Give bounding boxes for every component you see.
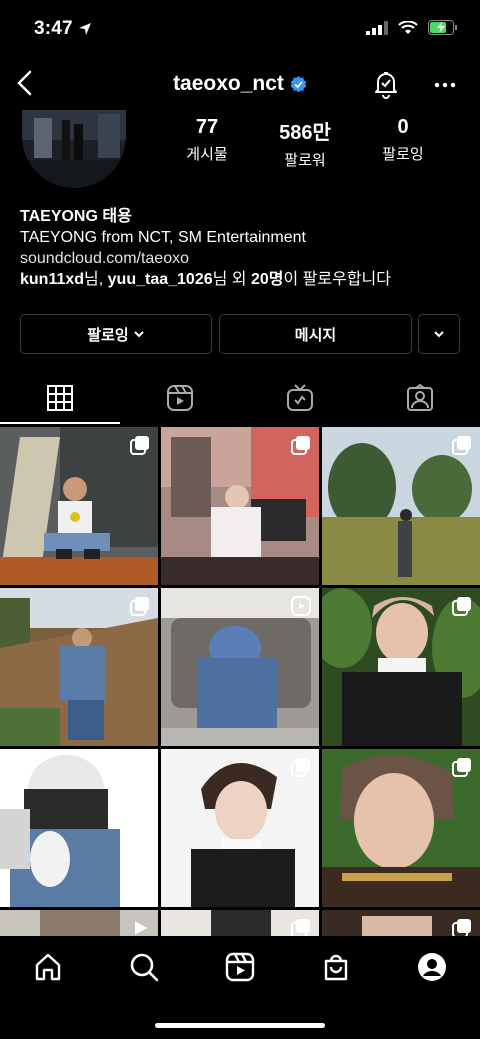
tagged-user-icon: [407, 384, 433, 411]
stat-posts[interactable]: 77 게시물: [170, 116, 244, 164]
status-indicators: [366, 20, 458, 35]
post-tile-3[interactable]: [322, 427, 480, 585]
carousel-icon: [291, 758, 310, 777]
carousel-icon: [291, 919, 310, 936]
battery-charging-icon: [428, 20, 457, 35]
reels-icon: [225, 952, 255, 982]
post-tile-11[interactable]: [161, 910, 319, 936]
nav-search[interactable]: [96, 945, 192, 989]
grid-icon: [47, 385, 73, 411]
post-tile-9[interactable]: [322, 749, 480, 907]
stat-followers[interactable]: 586만 팔로워: [268, 116, 342, 170]
wifi-icon: [398, 20, 418, 34]
post-tile-5[interactable]: [161, 588, 319, 746]
tab-igtv[interactable]: [240, 380, 360, 416]
search-icon: [130, 953, 159, 982]
posts-label: 게시물: [186, 146, 228, 163]
tab-grid[interactable]: [0, 380, 120, 416]
tab-tagged[interactable]: [360, 380, 480, 416]
post-tile-1[interactable]: [0, 427, 158, 585]
followed-by-user-2: yuu_taa_1026: [107, 271, 213, 288]
home-icon: [35, 953, 61, 981]
chevron-down-icon: [434, 331, 444, 338]
active-tab-indicator: [0, 422, 120, 424]
bio-text: TAEYONG from NCT, SM Entertainment: [20, 229, 306, 246]
cellular-signal-icon: [366, 20, 388, 35]
nav-shop[interactable]: [288, 945, 384, 989]
carousel-icon: [130, 436, 149, 455]
verified-badge-icon: [290, 75, 307, 92]
profile-avatar[interactable]: [22, 110, 126, 188]
nav-reels[interactable]: [192, 945, 288, 989]
message-button[interactable]: 메시지: [219, 314, 412, 354]
suggested-accounts-button[interactable]: [418, 314, 460, 354]
nav-profile[interactable]: [384, 945, 480, 989]
following-count: 0: [397, 116, 409, 138]
bio-link[interactable]: soundcloud.com/taeoxo: [20, 248, 391, 269]
followed-by-count: 20명: [250, 271, 284, 288]
post-tile-12[interactable]: [322, 910, 480, 936]
followers-label: 팔로워: [284, 152, 326, 169]
following-button[interactable]: 팔로잉: [20, 314, 212, 354]
nav-home[interactable]: [0, 945, 96, 989]
post-tile-8[interactable]: [161, 749, 319, 907]
carousel-icon: [452, 758, 471, 777]
followed-by-user-1: kun11xd: [20, 271, 85, 288]
post-tile-10[interactable]: [0, 910, 158, 936]
post-tile-6[interactable]: [322, 588, 480, 746]
reels-badge-icon: [291, 596, 311, 616]
carousel-icon: [291, 436, 310, 455]
status-time: 3:47: [34, 18, 92, 40]
igtv-icon: [287, 384, 313, 411]
profile-avatar-icon: [418, 953, 446, 981]
reels-icon: [167, 385, 193, 411]
chevron-down-icon: [133, 331, 144, 338]
video-play-icon: [135, 921, 147, 935]
bio-name: TAEYONG 태용: [20, 208, 132, 225]
carousel-icon: [452, 597, 471, 616]
more-options-button[interactable]: [430, 70, 460, 105]
carousel-icon: [452, 919, 471, 936]
carousel-icon: [130, 758, 149, 777]
shop-bag-icon: [324, 954, 348, 981]
profile-username: taeoxo_nct: [0, 72, 480, 96]
tab-reels[interactable]: [120, 380, 240, 416]
more-horizontal-icon: [434, 82, 456, 88]
home-indicator[interactable]: [155, 1023, 325, 1028]
post-tile-4[interactable]: [0, 588, 158, 746]
posts-count: 77: [195, 116, 219, 138]
following-label: 팔로잉: [382, 146, 424, 163]
post-tile-7[interactable]: [0, 749, 158, 907]
profile-bio: TAEYONG 태용 TAEYONG from NCT, SM Entertai…: [20, 206, 391, 290]
bell-check-icon: [375, 72, 397, 99]
post-tile-2[interactable]: [161, 427, 319, 585]
carousel-icon: [130, 597, 149, 616]
carousel-icon: [452, 436, 471, 455]
stat-following[interactable]: 0 팔로잉: [366, 116, 440, 164]
avatar-image: [22, 110, 126, 188]
notifications-bell-button[interactable]: [370, 68, 402, 105]
followed-by[interactable]: kun11xd님, yuu_taa_1026님 외 20명이 팔로우합니다: [20, 269, 391, 290]
followers-count: 586만: [279, 122, 331, 144]
location-arrow-icon: [79, 22, 92, 35]
